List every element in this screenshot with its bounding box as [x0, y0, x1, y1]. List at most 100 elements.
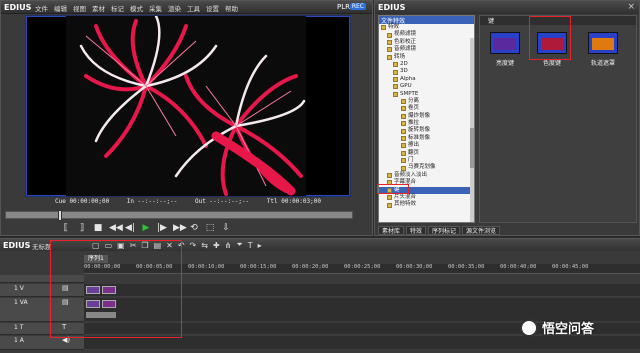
ruler-tick: 00:00:40;00	[500, 264, 537, 270]
tree-item[interactable]: 翻页	[379, 150, 474, 157]
render-icon[interactable]: ▸	[258, 241, 262, 250]
tab-bin[interactable]: 素材库	[378, 226, 405, 235]
tree-item[interactable]: 音频滤镜	[379, 46, 474, 53]
overwrite-icon[interactable]: ⬚	[205, 223, 215, 233]
tree-item[interactable]: 马赛克划像	[379, 164, 474, 171]
folder-icon	[387, 32, 392, 38]
tree-item-label: 转场	[394, 53, 406, 60]
app-logo: EDIUS	[4, 3, 32, 12]
tree-item[interactable]: 其他特效	[379, 201, 474, 208]
rec-toggle[interactable]: REC	[349, 3, 366, 10]
tree-item-label: SMPTE	[400, 90, 419, 97]
tree-item-label: 旋转划像	[408, 127, 431, 134]
menu-edit[interactable]: 编辑	[54, 3, 67, 13]
tree-item[interactable]: 标准划像	[379, 135, 474, 142]
set-in-icon[interactable]: ⟦	[61, 223, 71, 233]
plr-toggle[interactable]: PLR	[337, 3, 350, 11]
track-matte-thumb[interactable]	[588, 32, 618, 54]
folder-icon	[401, 150, 406, 156]
rewind-icon[interactable]: ◀◀	[109, 223, 123, 233]
menu-capture[interactable]: 采集	[149, 3, 162, 13]
ruler-tick: 00:00:20;00	[292, 264, 329, 270]
transport-controls: ⟦ ⟧ ■ ◀◀ ◀| ▶ |▶ ▶▶ ⟲ ⬚ ⇩	[61, 223, 231, 233]
scrub-bar[interactable]	[5, 210, 353, 221]
tree-item[interactable]: 2D	[379, 61, 474, 68]
marker-icon[interactable]: ⏷	[236, 240, 242, 250]
menu-tools[interactable]: 工具	[187, 3, 200, 13]
folder-icon	[401, 99, 406, 105]
folder-icon	[401, 165, 406, 171]
tree-item[interactable]: Alpha	[379, 76, 474, 83]
ruler-tick: 00:00:35;00	[448, 264, 485, 270]
menu-mode[interactable]: 模式	[130, 3, 143, 13]
insert-icon[interactable]: ⇩	[221, 223, 231, 233]
track-header-a1[interactable]: 1 A ◀)	[0, 336, 84, 350]
folder-icon	[401, 143, 406, 149]
player-titlebar: EDIUS 文件 编辑 视图 素材 标记 模式 采集 渲染 工具 设置 帮助 P…	[1, 1, 372, 14]
ripple-icon[interactable]: ⇆	[201, 241, 208, 250]
menu-render[interactable]: 渲染	[168, 3, 181, 13]
tab-source-browser[interactable]: 源文件浏览	[462, 226, 501, 235]
folder-icon	[401, 128, 406, 134]
tree-item[interactable]: 3D	[379, 68, 474, 75]
player-window: EDIUS 文件 编辑 视图 素材 标记 模式 采集 渲染 工具 设置 帮助 P…	[0, 0, 373, 236]
out-timecode: Out --:--:--;--	[194, 198, 250, 205]
scrub-handle[interactable]	[58, 210, 62, 221]
folder-icon	[387, 173, 392, 178]
folder-icon	[393, 91, 398, 97]
tree-item[interactable]: 擦出	[379, 142, 474, 149]
effects-panel: EDIUS × 文件特效 特效 视频滤镜 色彩校正 音频滤镜 转场 2D 3D Alpha GP…	[374, 0, 640, 236]
folder-icon	[401, 113, 406, 119]
luma-key-thumb[interactable]	[490, 32, 520, 54]
close-icon[interactable]: ×	[627, 2, 635, 12]
tree-item[interactable]: 旋转划像	[379, 127, 474, 134]
step-forward-icon[interactable]: |▶	[157, 223, 167, 233]
tree-item[interactable]: SMPTE	[379, 91, 474, 98]
track-name: 1 V	[14, 285, 24, 292]
tree-item[interactable]: 卷页	[379, 105, 474, 112]
highlight-box-chroma-key	[529, 16, 571, 60]
menu-file[interactable]: 文件	[35, 3, 48, 13]
fast-forward-icon[interactable]: ▶▶	[173, 223, 187, 233]
tree-item[interactable]: GPU	[379, 83, 474, 90]
tree-scroll-thumb[interactable]	[470, 128, 474, 168]
tree-item[interactable]: 转场	[379, 54, 474, 61]
watermark-text: 悟空问答	[542, 322, 595, 337]
tree-scrollbar[interactable]	[470, 38, 474, 222]
menu-settings[interactable]: 设置	[206, 3, 219, 13]
folder-icon	[387, 39, 392, 45]
stop-icon[interactable]: ■	[93, 223, 103, 233]
tree-item-label: 爆炸划像	[408, 112, 431, 119]
folder-icon	[393, 62, 398, 68]
play-icon[interactable]: ▶	[141, 223, 151, 233]
title-icon[interactable]: T	[248, 241, 253, 250]
effects-bottom-tabs: 素材库 特效 序列标记 源文件浏览	[378, 226, 501, 235]
redo-icon[interactable]: ↷	[190, 241, 197, 250]
tree-item[interactable]: 爆炸划像	[379, 113, 474, 120]
tree-item[interactable]: 分离	[379, 98, 474, 105]
in-timecode: In --:--:--;--	[126, 198, 178, 205]
menu-view[interactable]: 视图	[73, 3, 86, 13]
watermark: 悟空问答	[520, 318, 594, 337]
folder-icon	[387, 54, 392, 60]
tree-item-label: 其他特效	[394, 201, 417, 208]
menu-marker[interactable]: 标记	[111, 3, 124, 13]
folder-icon	[387, 47, 392, 53]
track-name: 1 VA	[14, 299, 28, 306]
tab-effects[interactable]: 特效	[406, 226, 427, 235]
loop-icon[interactable]: ⟲	[189, 223, 199, 233]
add-edit-icon[interactable]: ✚	[213, 241, 220, 250]
tab-sequence-markers[interactable]: 序列标记	[428, 226, 461, 235]
folder-icon	[393, 84, 398, 90]
folder-icon	[401, 136, 406, 142]
ruler-tick: 00:00:10;00	[188, 264, 225, 270]
menu-clip[interactable]: 素材	[92, 3, 105, 13]
tree-item[interactable]: 视频滤镜	[379, 31, 474, 38]
track-lane-a1[interactable]	[84, 336, 640, 350]
tree-item-label: 马赛克划像	[408, 164, 436, 171]
menu-bar: 文件 编辑 视图 素材 标记 模式 采集 渲染 工具 设置 帮助	[35, 3, 238, 13]
menu-help[interactable]: 帮助	[225, 3, 238, 13]
snap-icon[interactable]: ⋔	[225, 241, 232, 250]
step-back-icon[interactable]: ◀|	[125, 223, 135, 233]
set-out-icon[interactable]: ⟧	[77, 223, 87, 233]
